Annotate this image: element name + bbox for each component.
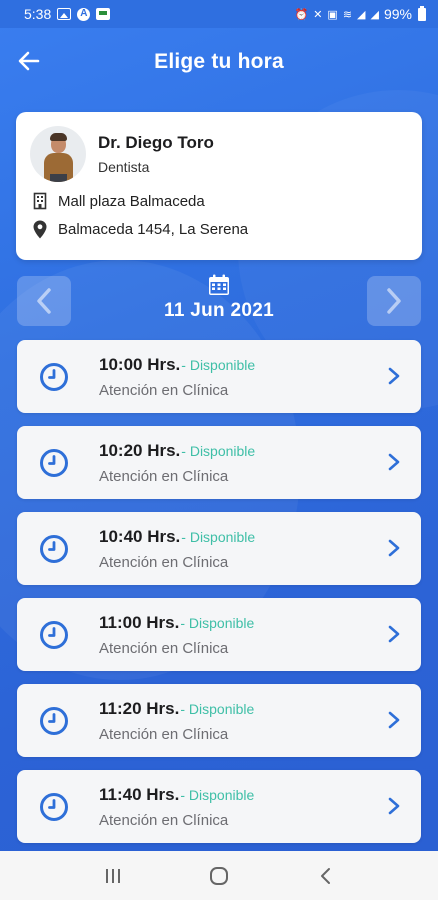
alarm-icon: ⏰ bbox=[294, 8, 308, 21]
doctor-name: Dr. Diego Toro bbox=[98, 133, 214, 152]
system-navigation-bar bbox=[0, 851, 438, 900]
clinic-address: Balmaceda 1454, La Serena bbox=[58, 221, 249, 238]
slot-time: 11:00 Hrs. bbox=[99, 612, 180, 632]
time-slot[interactable]: 11:40 Hrs. - Disponible Atención en Clín… bbox=[17, 770, 421, 843]
doctor-info: Dr. Diego Toro Dentista bbox=[98, 133, 214, 175]
back-chevron-icon bbox=[321, 867, 330, 884]
slot-time: 10:40 Hrs. bbox=[99, 526, 181, 546]
slot-status: - Disponible bbox=[180, 700, 255, 717]
next-day-button[interactable] bbox=[367, 276, 421, 326]
time-slot[interactable]: 11:20 Hrs. - Disponible Atención en Clín… bbox=[17, 684, 421, 757]
status-time: 5:38 bbox=[24, 6, 52, 22]
chevron-right-icon bbox=[388, 711, 400, 729]
system-back-button[interactable] bbox=[305, 856, 345, 896]
signal-icon-2: ◢ bbox=[370, 8, 380, 21]
signal-icon: ◢ bbox=[357, 8, 366, 21]
clock-icon bbox=[40, 534, 68, 563]
mute-icon: ✕ bbox=[313, 8, 322, 21]
slot-type: Atención en Clínica bbox=[99, 467, 229, 485]
doctor-card: Dr. Diego Toro Dentista Mall plaza Balma… bbox=[16, 112, 422, 260]
time-slot[interactable]: 10:40 Hrs. - Disponible Atención en Clín… bbox=[17, 512, 421, 585]
clock-icon bbox=[40, 362, 68, 391]
slot-status: - Disponible bbox=[180, 614, 255, 631]
chevron-right-icon bbox=[388, 625, 400, 643]
chevron-right-icon bbox=[388, 453, 400, 471]
slot-time: 11:40 Hrs. bbox=[99, 784, 180, 804]
doctor-avatar bbox=[30, 126, 86, 182]
slot-status: - Disponible bbox=[181, 356, 256, 373]
slot-time: 10:00 Hrs. bbox=[99, 354, 181, 374]
lock-icon: ▣ bbox=[327, 8, 337, 21]
previous-day-button[interactable] bbox=[17, 276, 71, 326]
chevron-left-icon bbox=[37, 288, 51, 314]
battery-percent: 99% bbox=[383, 6, 412, 22]
slot-type: Atención en Clínica bbox=[99, 381, 229, 399]
arrow-left-icon bbox=[18, 51, 40, 71]
time-slot-list: 10:00 Hrs. - Disponible Atención en Clín… bbox=[17, 340, 421, 856]
clinic-name: Mall plaza Balmaceda bbox=[58, 192, 205, 210]
building-icon bbox=[30, 192, 50, 210]
calendar-icon bbox=[209, 274, 229, 295]
recent-apps-button[interactable] bbox=[93, 856, 133, 896]
time-slot[interactable]: 11:00 Hrs. - Disponible Atención en Clín… bbox=[17, 598, 421, 671]
date-selector: 11 Jun 2021 bbox=[0, 270, 438, 332]
clock-icon bbox=[40, 448, 68, 477]
time-slot[interactable]: 10:20 Hrs. - Disponible Atención en Clín… bbox=[17, 426, 421, 499]
selected-date: 11 Jun 2021 bbox=[164, 300, 274, 321]
slot-status: - Disponible bbox=[181, 528, 256, 545]
screen-notification-icon bbox=[96, 8, 111, 20]
clock-icon bbox=[40, 620, 68, 649]
app-notification-icon bbox=[77, 7, 91, 21]
time-slot[interactable]: 10:00 Hrs. - Disponible Atención en Clín… bbox=[17, 340, 421, 413]
page-title: Elige tu hora bbox=[154, 50, 284, 73]
doctor-specialty: Dentista bbox=[98, 159, 150, 175]
doctor-header: Dr. Diego Toro Dentista bbox=[30, 126, 408, 182]
chevron-right-icon bbox=[388, 539, 400, 557]
slot-time: 10:20 Hrs. bbox=[99, 440, 181, 460]
wifi-icon: ≋ bbox=[342, 8, 352, 21]
slot-type: Atención en Clínica bbox=[99, 553, 229, 571]
status-bar-left: 5:38 bbox=[24, 6, 111, 22]
recent-apps-icon bbox=[106, 868, 120, 883]
home-icon bbox=[210, 866, 228, 885]
chevron-right-icon bbox=[388, 797, 400, 815]
app-header: Elige tu hora bbox=[0, 28, 438, 96]
address-row: Balmaceda 1454, La Serena bbox=[30, 220, 408, 239]
battery-icon bbox=[418, 5, 426, 21]
chevron-right-icon bbox=[388, 367, 400, 385]
clinic-row: Mall plaza Balmaceda bbox=[30, 192, 408, 210]
slot-status: - Disponible bbox=[180, 786, 255, 803]
clock-icon bbox=[40, 792, 68, 821]
slot-status: - Disponible bbox=[181, 442, 256, 459]
date-display: 11 Jun 2021 bbox=[119, 274, 319, 322]
slot-time: 11:20 Hrs. bbox=[99, 698, 180, 718]
slot-type: Atención en Clínica bbox=[99, 639, 229, 657]
slot-type: Atención en Clínica bbox=[99, 725, 229, 743]
location-pin-icon bbox=[30, 220, 50, 239]
status-bar-right: ⏰ ✕ ▣ ≋ ◢ ◢ 99% bbox=[294, 5, 426, 22]
slot-type: Atención en Clínica bbox=[99, 811, 229, 829]
gallery-notification-icon bbox=[57, 8, 72, 20]
home-button[interactable] bbox=[199, 856, 239, 896]
chevron-right-icon bbox=[387, 288, 401, 314]
clock-icon bbox=[40, 706, 68, 735]
back-button[interactable] bbox=[14, 46, 44, 76]
status-bar: 5:38 ⏰ ✕ ▣ ≋ ◢ ◢ 99% bbox=[0, 0, 438, 28]
